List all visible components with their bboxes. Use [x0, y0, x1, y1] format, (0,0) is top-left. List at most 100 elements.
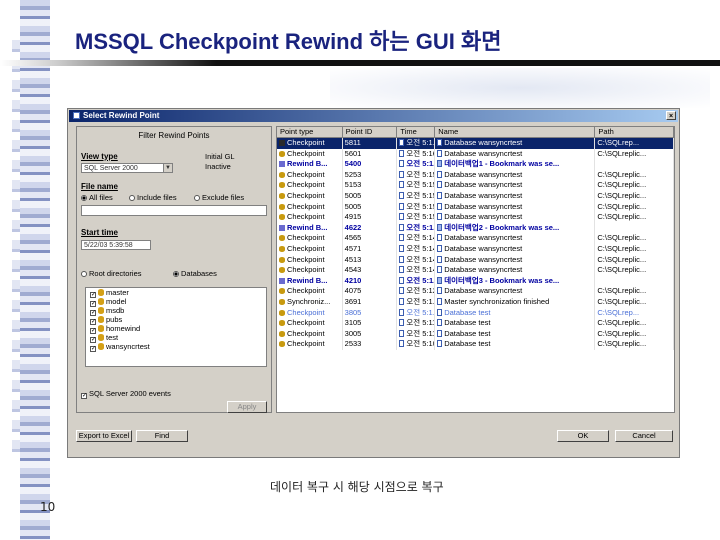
table-row[interactable]: Checkpoint 3805 오전 5:1... Database test C:\S… [277, 307, 674, 319]
table-row[interactable]: Rewind B... 4210 오전 5:1... 데이터백업3 - Bookmar… [277, 275, 674, 287]
document-icon [437, 213, 443, 221]
time-icon [399, 234, 405, 242]
radio-include-files[interactable]: Include files [129, 193, 177, 202]
cell-text: Database wansyncrtest [444, 180, 523, 190]
table-cell-time: 오전 5:16:05 [397, 148, 436, 160]
cell-text: 오전 5:1... [406, 159, 436, 169]
table-cell-type: Synchroniz... [277, 296, 343, 308]
database-item[interactable]: ✓ msdb [86, 306, 266, 316]
table-cell-name: 데이터백업2 - Bookmark was se... [435, 222, 596, 234]
radio-label: Include files [137, 193, 177, 202]
radio-databases[interactable]: Databases [173, 269, 217, 278]
database-item[interactable]: ✓ homewind [86, 324, 266, 334]
table-row[interactable]: Checkpoint 4543 오전 5:14:05 Database wansync… [277, 265, 674, 276]
find-button[interactable]: Find [136, 430, 188, 442]
column-header[interactable]: Name [435, 127, 596, 137]
cell-text: Checkpoint [287, 180, 325, 190]
cell-text: Checkpoint [287, 328, 325, 338]
time-icon [399, 297, 405, 305]
table-cell-type: Checkpoint [277, 180, 343, 191]
database-item[interactable]: ✓ master [86, 288, 266, 298]
table-row[interactable]: Checkpoint 5005 오전 5:15:11 Database wansync… [277, 201, 674, 213]
table-cell-id: 2533 [343, 339, 398, 350]
checkbox-label: SQL Server 2000 events [89, 389, 171, 398]
table-cell-time: 오전 5:15:11 [397, 190, 436, 202]
table-cell-path: C:\SQLreplic... [595, 243, 674, 255]
table-cell-path: C:\SQLreplic... [595, 254, 674, 266]
cell-text: Checkpoint [287, 233, 325, 243]
database-name: msdb [106, 306, 125, 315]
table-cell-name: Database wansyncrtest [435, 286, 596, 297]
database-icon [279, 203, 285, 210]
table-row[interactable]: Checkpoint 5253 오전 5:15:11 Database wansync… [277, 169, 674, 181]
apply-button[interactable]: Apply [227, 401, 267, 413]
table-row[interactable]: Checkpoint 3005 오전 5:11:27 Database test C:\… [277, 328, 674, 340]
table-cell-type: Checkpoint [277, 265, 343, 276]
table-row[interactable]: Checkpoint 4571 오전 5:14:07 Database wansync… [277, 243, 674, 255]
table-row[interactable]: Checkpoint 5811 오전 5:1... Database wansyncr… [277, 138, 674, 149]
table-row[interactable]: Synchroniz... 3691 오전 5:1... Master synchro… [277, 296, 674, 308]
radio-root-directories[interactable]: Root directories [81, 269, 142, 278]
table-cell-time: 오전 5:14:07 [397, 243, 436, 255]
table-row[interactable]: Checkpoint 4565 오전 5:14:38 Database wansync… [277, 233, 674, 244]
page-number: 10 [40, 500, 56, 514]
table-row[interactable]: Checkpoint 5601 오전 5:16:05 Database wansync… [277, 148, 674, 160]
cell-text: 3691 [344, 296, 362, 306]
radio-exclude-files[interactable]: Exclude files [194, 193, 244, 202]
cancel-button[interactable]: Cancel [615, 430, 673, 442]
cell-text: Database test [444, 318, 491, 328]
table-row[interactable]: Checkpoint 2533 오전 5:10:27 Database test C:\… [277, 339, 674, 350]
table-row[interactable]: Checkpoint 5153 오전 5:15:11 Database wansync… [277, 180, 674, 191]
table-cell-path: C:\SQLreplic... [595, 212, 674, 223]
database-item[interactable]: ✓ pubs [86, 315, 266, 325]
slide-caption: 데이터 복구 시 해당 시점으로 복구 [270, 480, 444, 494]
table-row[interactable]: Checkpoint 3105 오전 5:11:22 Database test C:\… [277, 318, 674, 329]
cell-text: 오전 5:15:09 [406, 212, 434, 222]
column-header[interactable]: Path [595, 127, 674, 137]
table-row[interactable]: Rewind B... 4622 오전 5:1... 데이터백업2 - Bookmar… [277, 222, 674, 234]
table-cell-path: C:\SQLreplic... [595, 318, 674, 329]
table-cell-name: Database test [435, 339, 596, 350]
close-button[interactable]: × [666, 111, 676, 120]
cell-text: Checkpoint [287, 190, 325, 200]
table-cell-type: Checkpoint [277, 254, 343, 266]
database-item[interactable]: ✓ wansyncrtest [86, 342, 266, 352]
radio-all-files[interactable]: All files [81, 193, 113, 202]
export-to-excel-button[interactable]: Export to Excel [76, 430, 132, 442]
column-header[interactable]: Time [397, 127, 436, 137]
table-cell-id: 3691 [343, 296, 398, 308]
cell-text: 2533 [344, 339, 362, 349]
table-row[interactable]: Rewind B... 5400 오전 5:1... 데이터백업1 - Bookmar… [277, 159, 674, 170]
cell-text: 5005 [344, 190, 362, 200]
table-cell-id: 4915 [343, 212, 398, 223]
table-row[interactable]: Checkpoint 5005 오전 5:15:11 Database wansync… [277, 190, 674, 202]
start-time-input[interactable]: 5/22/03 5:39:58 [81, 240, 151, 250]
database-icon [98, 343, 104, 350]
table-cell-name: Database test [435, 328, 596, 340]
column-header[interactable]: Point type [277, 127, 343, 137]
sql-events-checkbox[interactable]: ✓ SQL Server 2000 events [81, 389, 171, 399]
cell-text: C:\SQLreplic... [597, 201, 647, 211]
table-cell-path [595, 275, 674, 287]
cell-text: 4915 [344, 212, 362, 222]
table-cell-id: 4075 [343, 286, 398, 297]
radio-icon [173, 271, 179, 277]
table-row[interactable]: Checkpoint 4513 오전 5:14:07 Database wansync… [277, 254, 674, 266]
column-header[interactable]: Point ID [343, 127, 398, 137]
document-icon [437, 297, 443, 305]
document-icon [437, 223, 443, 231]
database-item[interactable]: ✓ model [86, 297, 266, 307]
table-cell-path: C:\SQLreplic... [595, 148, 674, 160]
view-type-value: SQL Server 2000 [84, 165, 138, 172]
ok-button[interactable]: OK [557, 430, 609, 442]
document-icon [437, 287, 443, 295]
table-row[interactable]: Checkpoint 4075 오전 5:12:50 Database wansync… [277, 286, 674, 297]
table-cell-time: 오전 5:15:09 [397, 212, 436, 223]
table-cell-id: 5601 [343, 148, 398, 160]
table-row[interactable]: Checkpoint 4915 오전 5:15:09 Database wansync… [277, 212, 674, 223]
database-item[interactable]: ✓ test [86, 333, 266, 343]
view-type-select[interactable]: SQL Server 2000 ▼ [81, 163, 173, 173]
time-icon [399, 319, 405, 327]
file-name-input[interactable] [81, 205, 267, 216]
cell-text: 오전 5:12:50 [406, 286, 434, 296]
